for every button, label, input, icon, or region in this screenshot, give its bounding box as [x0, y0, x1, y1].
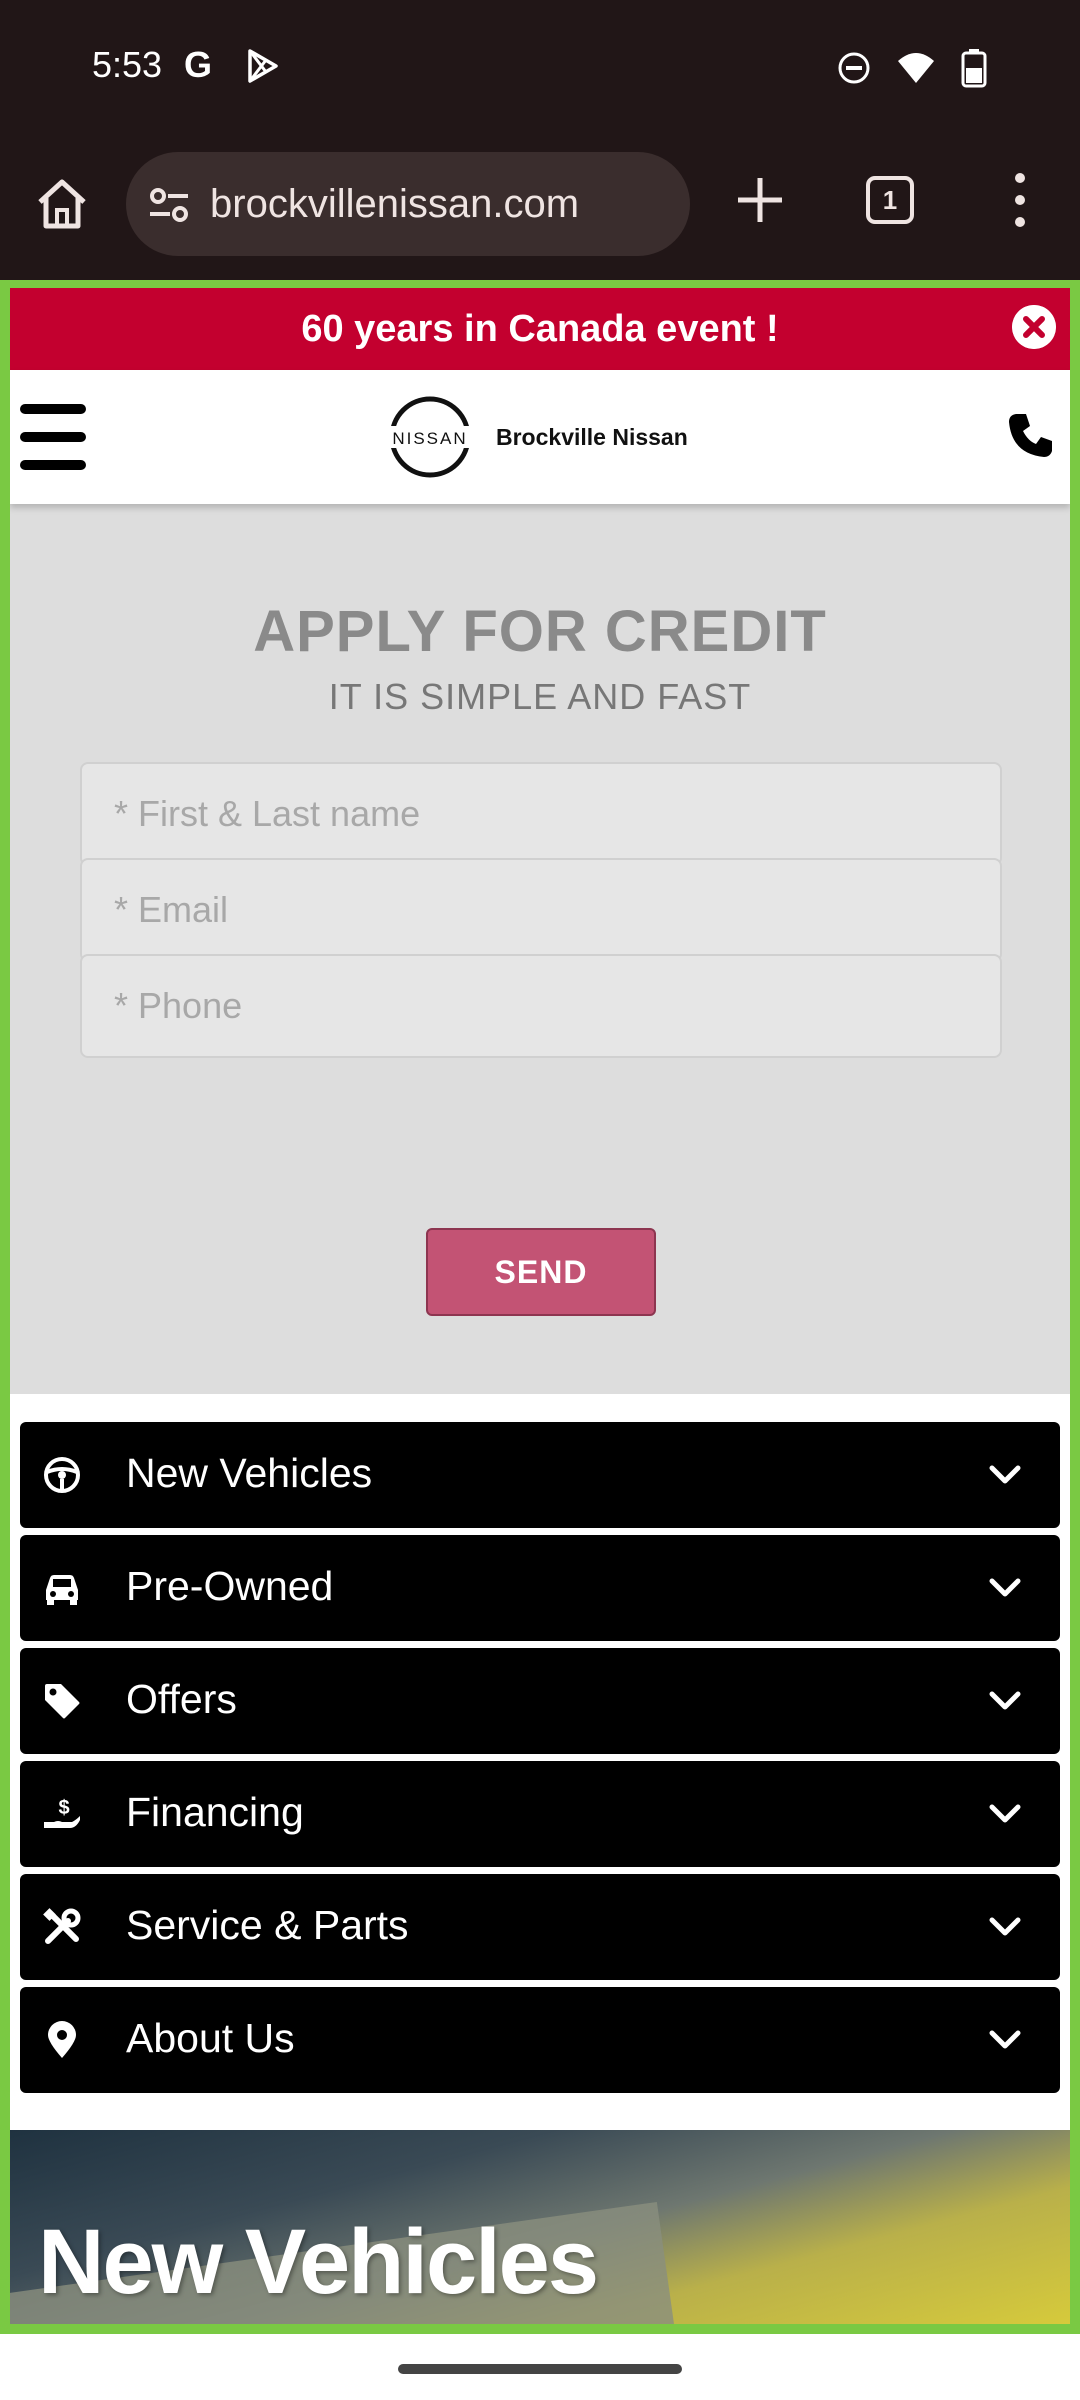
steering-wheel-icon	[44, 1457, 80, 1493]
battery-icon	[961, 49, 987, 88]
svg-text:$: $	[58, 1797, 69, 1819]
phone-field[interactable]	[80, 954, 1002, 1058]
car-icon	[46, 1575, 78, 1605]
credit-form-section: APPLY FOR CREDIT IT IS SIMPLE AND FAST S…	[10, 504, 1070, 1394]
play-store-icon	[248, 49, 278, 83]
nav-label: About Us	[126, 2015, 295, 2061]
more-menu-icon[interactable]	[1000, 168, 1040, 232]
browser-toolbar: brockvillenissan.com 1	[0, 140, 1080, 280]
credit-title: APPLY FOR CREDIT	[253, 599, 827, 664]
email-field[interactable]	[80, 858, 1002, 962]
nav-label: Pre-Owned	[126, 1563, 334, 1609]
chevron-down-icon	[989, 1804, 1021, 1823]
chevron-down-icon	[989, 1691, 1021, 1710]
status-time: 5:53	[92, 44, 163, 85]
nav-label: Offers	[126, 1676, 237, 1722]
chevron-down-icon	[989, 1465, 1021, 1484]
send-button[interactable]: SEND	[426, 1228, 656, 1316]
status-bar: 5:53 G	[0, 0, 1080, 140]
nav-label: New Vehicles	[126, 1450, 373, 1496]
nav-label: Service & Parts	[126, 1902, 409, 1948]
tag-icon	[45, 1684, 80, 1719]
new-tab-icon[interactable]	[732, 172, 788, 228]
chevron-down-icon	[989, 2030, 1021, 2049]
home-icon[interactable]	[34, 176, 90, 232]
google-icon: G	[184, 44, 213, 85]
nav-item-financing[interactable]: $ Financing	[20, 1761, 1060, 1867]
map-pin-icon	[48, 2021, 76, 2058]
chevron-down-icon	[989, 1917, 1021, 1936]
nav-item-service-parts[interactable]: Service & Parts	[20, 1874, 1060, 1980]
promo-banner[interactable]: 60 years in Canada event !	[10, 288, 1070, 370]
name-field[interactable]	[80, 762, 1002, 866]
nav-item-pre-owned[interactable]: Pre-Owned	[20, 1535, 1060, 1641]
promo-text: 60 years in Canada event !	[301, 308, 779, 350]
do-not-disturb-icon	[838, 52, 870, 84]
gesture-bar	[0, 2334, 1080, 2400]
hamburger-menu-icon[interactable]	[20, 404, 90, 470]
status-icons	[836, 48, 990, 88]
home-gesture-handle[interactable]	[398, 2364, 682, 2374]
tab-switcher-button[interactable]: 1	[866, 176, 914, 224]
hero-title: New Vehicles	[38, 2211, 599, 2313]
wifi-icon	[898, 53, 934, 83]
url-text: brockvillenissan.com	[210, 182, 580, 226]
nav-item-new-vehicles[interactable]: New Vehicles	[20, 1422, 1060, 1528]
close-icon[interactable]	[1012, 305, 1056, 349]
brand-name: Brockville Nissan	[496, 423, 688, 450]
nav-item-about-us[interactable]: About Us	[20, 1987, 1060, 2093]
nav-label: Financing	[126, 1789, 304, 1835]
site-header: NISSAN Brockville Nissan	[10, 370, 1070, 504]
address-bar[interactable]: brockvillenissan.com	[126, 152, 690, 256]
site-settings-icon[interactable]	[146, 182, 192, 228]
nissan-logo: NISSAN	[380, 396, 480, 478]
nissan-logo-text: NISSAN	[392, 429, 467, 448]
web-content: 60 years in Canada event ! NISSAN Brockv…	[0, 280, 1080, 2334]
nav-item-offers[interactable]: Offers	[20, 1648, 1060, 1754]
chevron-down-icon	[989, 1578, 1021, 1597]
brand-logo[interactable]: NISSAN Brockville Nissan	[380, 394, 688, 480]
hand-dollar-icon: $	[44, 1797, 80, 1828]
credit-subtitle: IT IS SIMPLE AND FAST	[328, 676, 752, 717]
hero-banner[interactable]: New Vehicles	[10, 2130, 1070, 2334]
phone-icon[interactable]	[1006, 410, 1056, 460]
tools-icon	[43, 1908, 81, 1944]
